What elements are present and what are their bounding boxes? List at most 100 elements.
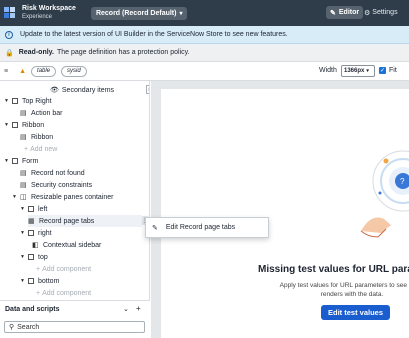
app-logo-icon — [4, 7, 16, 19]
add-component-link[interactable]: + Add component — [36, 263, 91, 275]
tree-item-label: Record page tabs — [39, 217, 95, 225]
page-variant-dropdown[interactable]: Record (Record Default) ▾ — [90, 6, 188, 20]
lock-icon: 🔒 — [5, 49, 14, 57]
chevron-down-icon: ▾ — [179, 10, 183, 17]
plus-icon: + — [24, 145, 29, 153]
slot-icon — [28, 254, 34, 260]
data-search-input[interactable]: ⚲ Search — [4, 321, 145, 333]
add-new-link[interactable]: + Add new — [24, 143, 57, 155]
caret-down-icon[interactable]: ▼ — [20, 278, 28, 284]
tree-item-ribbon[interactable]: ▤ Ribbon — [20, 131, 53, 143]
tree-item-record-page-tabs[interactable]: ▦ Record page tabs — [28, 215, 142, 227]
caret-down-icon[interactable]: ▼ — [4, 122, 12, 128]
caret-down-icon[interactable]: ▼ — [20, 254, 28, 260]
tree-item-top[interactable]: ▼ top — [20, 251, 48, 263]
tree-item-label: left — [38, 205, 48, 213]
tree-item-label: Security constraints — [31, 181, 93, 189]
svg-text:?: ? — [400, 177, 405, 186]
caret-down-icon[interactable]: ▼ — [12, 194, 20, 200]
page-variant-label: Record (Record Default) — [95, 9, 177, 17]
tree-item-label: Ribbon — [22, 121, 45, 129]
tree-item-bottom[interactable]: ▼ bottom — [20, 275, 59, 287]
tree-item-label: Top Right — [22, 97, 52, 105]
tree-item-ribbon-slot[interactable]: ▼ Ribbon — [4, 119, 44, 131]
slot-icon — [28, 230, 34, 236]
pencil-icon: ✎ — [330, 9, 336, 17]
tree-item-top-right[interactable]: ▼ Top Right — [4, 95, 52, 107]
slot-icon — [28, 278, 34, 284]
edit-test-values-button[interactable]: Edit test values — [321, 305, 391, 320]
secondary-items-label: Secondary items — [61, 86, 115, 94]
gear-icon: ⚙ — [364, 9, 371, 17]
tree-item-resizable-panes[interactable]: ▼ ◫ Resizable panes container — [12, 191, 114, 203]
sidebar-component-icon: ◧ — [32, 242, 39, 249]
read-only-banner: 🔒 Read-only. The page definition has a p… — [0, 44, 409, 62]
info-icon: i — [5, 30, 13, 39]
slot-icon — [28, 206, 34, 212]
component-icon: ▤ — [20, 110, 27, 117]
subtitle-line: renders with the data. — [320, 291, 384, 298]
tree-item-form[interactable]: ▼ Form — [4, 155, 38, 167]
panes-icon: ◫ — [20, 194, 27, 201]
menu-icon[interactable]: ≡ — [4, 68, 8, 75]
tree-item-right[interactable]: ▼ right — [20, 227, 52, 239]
data-and-scripts-panel: Data and scripts ⌄ + ⚲ Search — [0, 300, 150, 338]
missing-values-title: Missing test values for URL parame — [258, 264, 409, 275]
context-menu: ✎ Edit Record page tabs — [145, 217, 269, 238]
caret-down-icon[interactable]: ▼ — [4, 158, 12, 164]
add-component-label: Add component — [42, 289, 92, 297]
tree-item-left[interactable]: ▼ left — [20, 203, 47, 215]
url-param-pill-table[interactable]: table — [31, 65, 57, 77]
eye-icon: 👁 — [50, 87, 59, 94]
update-info-text: Update to the latest version of UI Build… — [20, 31, 288, 38]
url-param-pill-sysid[interactable]: sysid — [61, 65, 87, 77]
tree-item-contextual-sidebar[interactable]: ◧ Contextual sidebar — [32, 239, 101, 251]
collapse-panel-button[interactable]: ⊟ — [146, 85, 149, 94]
tree-item-label: Resizable panes container — [31, 193, 114, 201]
add-data-resource-button[interactable]: + — [136, 304, 141, 313]
component-icon: ▤ — [20, 170, 27, 177]
warning-icon[interactable]: ▲ — [19, 68, 26, 75]
container-icon — [12, 158, 18, 164]
app-title-text: Risk Workspace — [22, 5, 76, 12]
context-menu-item-edit[interactable]: Edit Record page tabs — [166, 224, 235, 231]
chevron-down-icon[interactable]: ⌄ — [123, 305, 129, 313]
tree-item-security-constraints[interactable]: ▤ Security constraints — [20, 179, 92, 191]
caret-down-icon[interactable]: ▼ — [20, 206, 28, 212]
tree-item-label: Ribbon — [31, 133, 54, 141]
caret-down-icon[interactable]: ▼ — [4, 98, 12, 104]
top-navigation-bar: Risk Workspace Experience Record (Record… — [0, 0, 409, 26]
search-icon: ⚲ — [9, 324, 15, 331]
app-subtitle-text: Experience — [22, 14, 53, 20]
fit-label: Fit — [389, 67, 397, 74]
add-component-link[interactable]: + Add component — [36, 287, 91, 299]
width-select[interactable]: 1366px ▾ — [341, 65, 375, 77]
tree-item-label: Form — [22, 157, 39, 165]
tree-item-record-not-found[interactable]: ▤ Record not found — [20, 167, 85, 179]
settings-button[interactable]: ⚙ Settings — [364, 6, 398, 19]
editor-button[interactable]: ✎ Editor — [326, 6, 364, 19]
caret-down-icon[interactable]: ▼ — [20, 230, 28, 236]
canvas-gutter — [151, 81, 161, 338]
add-new-label: Add new — [30, 145, 58, 153]
editor-label: Editor — [338, 9, 360, 16]
component-icon: ▤ — [20, 182, 27, 189]
plus-icon: + — [36, 265, 41, 273]
canvas-toolbar: ≡ ▲ table sysid Width 1366px ▾ ✓ Fit — [0, 62, 409, 81]
tree-item-label: top — [38, 253, 48, 261]
tree-item-action-bar[interactable]: ▤ Action bar — [20, 107, 63, 119]
content-tree-panel: 👁 Secondary items ⊟ ▼ Top Right ▤ Action… — [0, 81, 150, 300]
tree-item-label: Action bar — [31, 109, 63, 117]
add-component-label: Add component — [42, 265, 92, 273]
pencil-icon: ✎ — [152, 224, 158, 232]
settings-label: Settings — [372, 9, 398, 16]
fit-checkbox[interactable]: ✓ Fit — [379, 67, 397, 74]
app-title: Risk Workspace Experience — [22, 5, 76, 21]
tree-item-label: bottom — [38, 277, 60, 285]
tree-item-label: Contextual sidebar — [43, 241, 102, 249]
secondary-items-toggle[interactable]: 👁 Secondary items — [50, 86, 115, 95]
tree-item-label: Record not found — [31, 169, 85, 177]
tabs-icon: ▦ — [28, 218, 35, 225]
preview-canvas[interactable]: ? Missing test values for URL parame App… — [161, 89, 409, 338]
chevron-down-icon: ▾ — [366, 68, 369, 74]
